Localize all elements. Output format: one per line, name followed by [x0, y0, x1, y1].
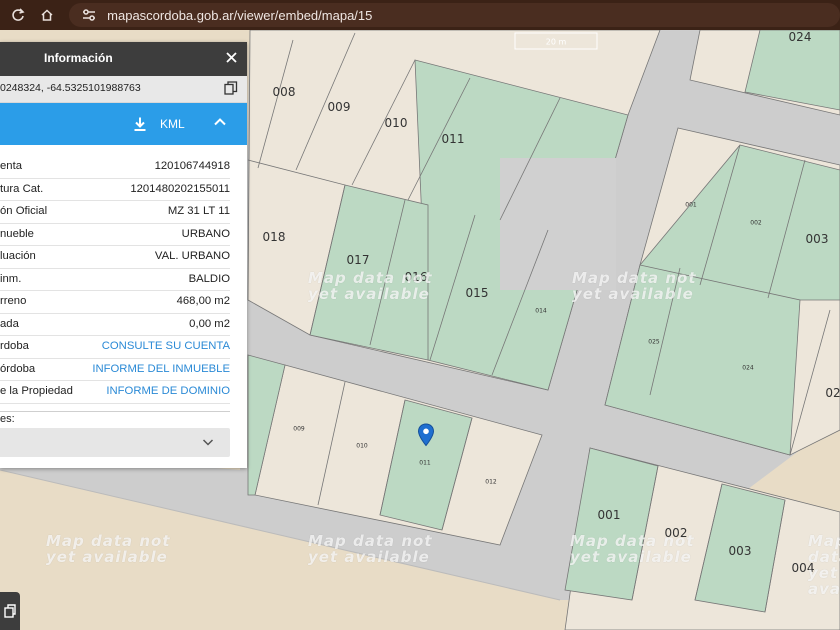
coordinates-row: 0248324, -64.5325101988763 — [0, 76, 247, 103]
lot-label: 010 — [356, 442, 368, 450]
detail-key: rdoba — [0, 340, 29, 352]
layers-icon — [4, 604, 16, 618]
detail-value: 0,00 m2 — [189, 317, 230, 330]
lot-label: 024 — [742, 364, 754, 372]
map-pin-icon[interactable] — [417, 423, 435, 447]
notes-label: es: — [0, 413, 15, 425]
property-details: enta 120106744918 tura Cat. 120148020215501… — [0, 156, 230, 404]
scale-label: 20 m — [545, 37, 567, 47]
detail-key: inm. — [0, 272, 22, 285]
detail-value: MZ 31 LT 11 — [167, 205, 230, 217]
detail-key: ón Oficial — [0, 205, 48, 217]
lot-label: 017 — [346, 253, 370, 267]
kml-label: KML — [160, 117, 185, 131]
detail-value: BALDIO — [188, 272, 230, 285]
lot-label: 010 — [384, 116, 408, 130]
detail-value: URBANO — [181, 227, 230, 240]
coordinates-text: 0248324, -64.5325101988763 — [0, 82, 141, 94]
chevron-up-icon[interactable] — [213, 115, 227, 129]
lot-label: 011 — [419, 459, 431, 467]
lot-label: 008 — [272, 85, 296, 99]
detail-row: órdoba INFORME DEL INMUEBLE — [0, 359, 230, 381]
lot-label: 001 — [597, 508, 621, 522]
lot-label: 011 — [441, 132, 465, 146]
lot-label: 025 — [648, 338, 660, 346]
detail-row: enta 120106744918 — [0, 156, 230, 179]
map-watermark: Map data notyet available — [808, 532, 840, 598]
panel-header: Información — [0, 42, 247, 76]
reload-icon[interactable] — [6, 3, 30, 27]
detail-row: ada 0,00 m2 — [0, 314, 230, 336]
lot-label: 018 — [262, 230, 286, 244]
lot-label: 003 — [728, 544, 752, 558]
home-icon[interactable] — [36, 3, 60, 27]
detail-row: tura Cat. 1201480202155011 — [0, 179, 230, 201]
detail-key: tura Cat. — [0, 182, 44, 195]
detail-value: VAL. URBANO — [154, 250, 230, 262]
detail-link[interactable]: INFORME DEL INMUEBLE — [92, 363, 230, 375]
copy-icon[interactable] — [224, 81, 238, 95]
detail-value: 468,00 m2 — [176, 295, 230, 307]
map-watermark: Map data notyet available — [308, 269, 433, 303]
detail-key: nueble — [0, 227, 34, 240]
layers-button[interactable] — [0, 592, 20, 630]
address-bar[interactable]: mapascordoba.gob.ar/viewer/embed/mapa/15 — [69, 3, 840, 27]
url-text: mapascordoba.gob.ar/viewer/embed/mapa/15 — [107, 7, 373, 23]
detail-row: rreno 468,00 m2 — [0, 291, 230, 314]
lot-label: 015 — [465, 286, 489, 300]
detail-key: órdoba — [0, 362, 36, 375]
detail-key: e la Propiedad — [0, 385, 73, 397]
lot-label: 024 — [788, 30, 812, 44]
notes-dropdown[interactable] — [0, 428, 230, 457]
detail-row: ón Oficial MZ 31 LT 11 — [0, 201, 230, 224]
browser-toolbar: mapascordoba.gob.ar/viewer/embed/mapa/15 — [0, 0, 840, 30]
detail-row: luación VAL. URBANO — [0, 246, 230, 269]
detail-row: e la Propiedad INFORME DE DOMINIO — [0, 381, 230, 404]
detail-key: luación — [0, 250, 36, 262]
tune-icon[interactable] — [81, 7, 97, 23]
close-button[interactable] — [226, 50, 237, 67]
close-icon — [226, 52, 237, 63]
panel-actions-bar: KML — [0, 103, 247, 145]
info-panel: Información 0248324, -64.5325101988763 K… — [0, 42, 247, 468]
detail-link[interactable]: CONSULTE SU CUENTA — [102, 340, 230, 352]
detail-row: rdoba CONSULTE SU CUENTA — [0, 336, 230, 359]
lot-label: 003 — [805, 232, 829, 246]
map-watermark: Map data notyet available — [572, 269, 697, 303]
lot-label: 02 — [825, 386, 840, 400]
panel-title: Información — [44, 51, 113, 65]
map-watermark: Map data notyet available — [308, 532, 433, 566]
lot-label: 001 — [685, 201, 697, 209]
download-icon — [134, 117, 146, 131]
map-watermark: Map data notyet available — [46, 532, 171, 566]
detail-value: 120106744918 — [154, 160, 230, 172]
detail-link[interactable]: INFORME DE DOMINIO — [106, 385, 230, 397]
lot-label: 009 — [327, 100, 351, 114]
map-watermark: Map data notyet available — [570, 532, 695, 566]
detail-row: inm. BALDIO — [0, 269, 230, 291]
lot-label: 009 — [293, 425, 305, 433]
detail-key: ada — [0, 317, 19, 330]
detail-row: nueble URBANO — [0, 224, 230, 246]
detail-key: enta — [0, 160, 22, 172]
chevron-down-icon — [202, 439, 214, 446]
lot-label: 012 — [485, 478, 497, 486]
lot-label: 002 — [750, 219, 762, 227]
lot-label: 014 — [535, 307, 547, 315]
detail-value: 1201480202155011 — [130, 182, 230, 195]
detail-key: rreno — [0, 295, 27, 307]
kml-download-button[interactable]: KML — [132, 116, 185, 132]
divider — [0, 411, 230, 412]
